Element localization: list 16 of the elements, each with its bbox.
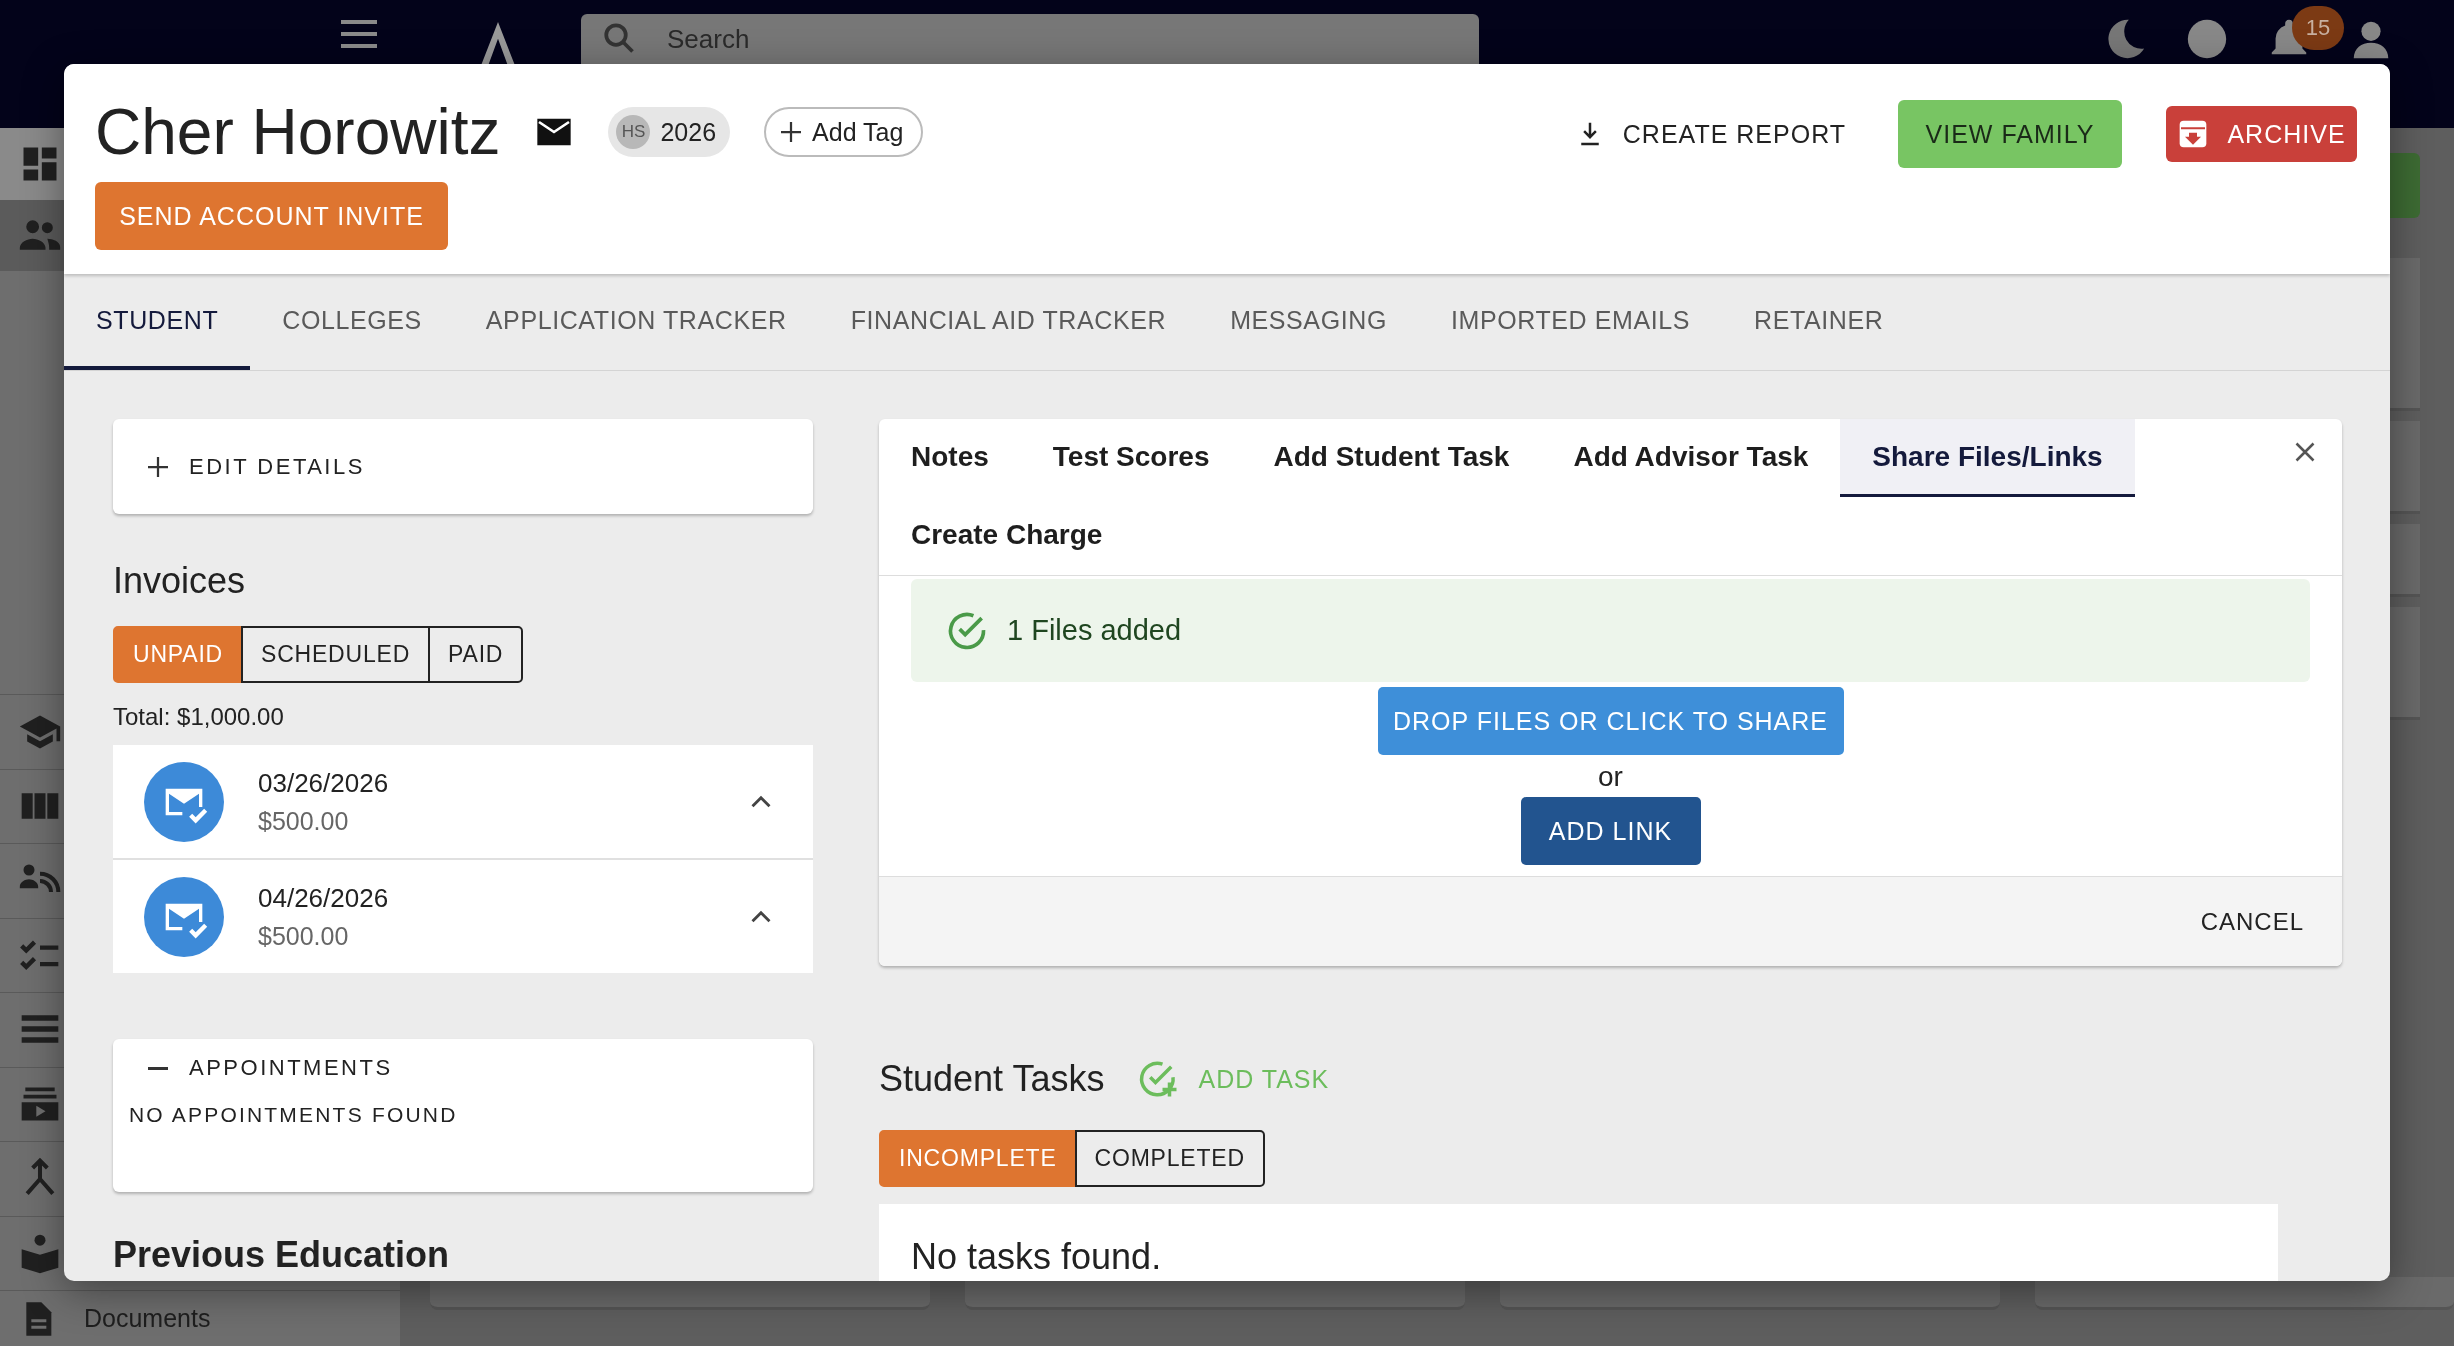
empty-message: No tasks found. [911,1236,1162,1277]
empty-message: NO APPOINTMENTS FOUND [129,1103,459,1127]
alert-text: 1 Files added [1007,614,1182,647]
invoice-amount: $500.00 [258,806,350,836]
separator-text: or [1598,761,1623,793]
invoice-date: 03/26/2026 [258,767,390,799]
notification-badge: 15 [2292,6,2344,50]
invoice-date: 04/26/2026 [258,882,390,914]
student-name: Cher Horowitz [95,95,501,170]
section-title: Student Tasks [879,1058,1105,1100]
section-title: Invoices [113,560,247,602]
chip-label: 2026 [660,117,717,147]
invoice-amount: $500.00 [258,921,350,951]
invoice-total: Total: $1,000.00 [113,703,285,731]
section-title: Previous Education [113,1234,451,1276]
initials-avatar: HS [616,115,651,149]
